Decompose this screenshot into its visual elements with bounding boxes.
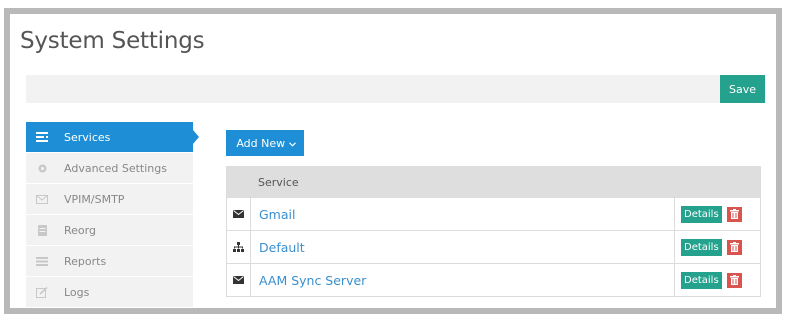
gear-icon <box>34 160 50 176</box>
edit-icon <box>34 284 50 300</box>
row-actions: Details <box>674 264 760 296</box>
sidebar: Services Advanced Settings VPIM/SMTP Reo… <box>26 122 199 308</box>
sidebar-item-advanced-settings[interactable]: Advanced Settings <box>26 153 193 184</box>
sitemap-icon <box>227 231 251 263</box>
service-name-link[interactable]: Gmail <box>259 207 295 222</box>
sidebar-item-label: Reports <box>64 254 107 268</box>
sidebar-item-reorg[interactable]: Reorg <box>26 215 193 246</box>
table-row: Default Details <box>227 230 760 263</box>
details-button[interactable]: Details <box>681 238 722 256</box>
trash-icon[interactable] <box>726 206 742 222</box>
sidebar-item-label: Reorg <box>64 223 96 237</box>
column-header-service: Service <box>258 175 299 189</box>
chevron-down-icon <box>288 137 296 150</box>
sidebar-item-reports[interactable]: Reports <box>26 246 193 277</box>
list-icon <box>34 129 50 145</box>
table-header: Service <box>227 167 760 197</box>
sidebar-item-label: Advanced Settings <box>64 161 167 175</box>
table-row: AAM Sync Server Details <box>227 263 760 296</box>
details-button[interactable]: Details <box>681 271 722 289</box>
sidebar-item-label: Logs <box>64 285 90 299</box>
database-icon <box>34 222 50 238</box>
service-name-link[interactable]: AAM Sync Server <box>259 273 366 288</box>
trash-icon[interactable] <box>726 239 742 255</box>
row-actions: Details <box>674 231 760 263</box>
save-bar <box>26 75 766 103</box>
sidebar-item-services[interactable]: Services <box>26 122 199 153</box>
envelope-icon <box>227 198 251 230</box>
envelope-icon <box>34 191 50 207</box>
add-new-label: Add New <box>236 136 286 150</box>
service-name-link[interactable]: Default <box>259 240 305 255</box>
trash-icon[interactable] <box>726 272 742 288</box>
row-actions: Details <box>674 198 760 230</box>
sidebar-item-vpim-smtp[interactable]: VPIM/SMTP <box>26 184 193 215</box>
save-button[interactable]: Save <box>720 75 765 103</box>
list-icon <box>34 253 50 269</box>
details-button[interactable]: Details <box>681 205 722 223</box>
table-row: Gmail Details <box>227 197 760 230</box>
page-title: System Settings <box>20 28 205 54</box>
add-new-button[interactable]: Add New <box>226 130 304 156</box>
sidebar-item-label: Services <box>64 130 111 144</box>
sidebar-item-label: VPIM/SMTP <box>64 192 125 206</box>
services-table: Service Gmail Details Default Details AA… <box>226 166 761 297</box>
envelope-icon <box>227 264 251 296</box>
sidebar-item-logs[interactable]: Logs <box>26 277 193 308</box>
active-indicator <box>193 130 199 144</box>
